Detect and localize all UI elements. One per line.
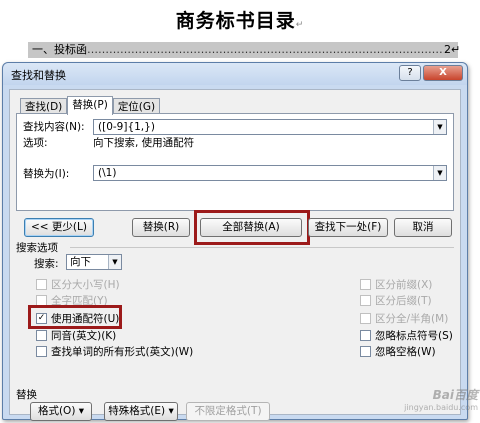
find-replace-dialog: 查找和替换 ? X 查找(D) 替换(P) 定位(G) 查找内容(N): ([0… [2,62,468,421]
checkbox-label: 区分后缀(T) [375,294,432,307]
checkbox-box[interactable] [360,329,371,341]
match-prefix-checkbox[interactable]: 区分前缀(X) [360,277,432,291]
no-formatting-button[interactable]: 不限定格式(T) [186,402,270,421]
chevron-down-icon[interactable]: ▼ [433,120,446,134]
ignore-whitespace-checkbox[interactable]: 忽略空格(W) [360,344,436,358]
chevron-down-icon[interactable]: ▼ [108,255,121,269]
find-what-input[interactable]: ([0-9]{1,}) ▼ [93,119,447,135]
find-what-value: ([0-9]{1,}) [98,121,155,133]
tab-replace[interactable]: 替换(P) [67,96,113,115]
checkbox-box[interactable] [360,278,371,290]
close-button[interactable]: X [423,65,463,81]
dialog-title: 查找和替换 [11,69,66,82]
baidu-watermark: Bai百度 jingyan.baidu.com [388,386,478,412]
toc-entry-label: 一、投标函 [32,43,87,56]
watermark-main: Bai百度 [432,388,478,402]
checkbox-label: 查找单词的所有形式(英文)(W) [51,345,194,358]
dialog-titlebar[interactable]: 查找和替换 ? X [3,63,467,85]
checkbox-box[interactable] [360,294,371,306]
find-what-label: 查找内容(N): [23,121,85,133]
replace-section-title: 替换 [16,389,37,401]
options-value: 向下搜索, 使用通配符 [93,137,195,149]
replace-tab-panel: 查找内容(N): ([0-9]{1,}) ▼ 选项: 向下搜索, 使用通配符 替… [16,113,454,211]
search-direction-label: 搜索: [34,258,59,270]
checkbox-box[interactable] [360,312,371,324]
replace-with-input[interactable]: (\1) ▼ [93,165,447,181]
checkbox-label: 区分全/半角(M) [375,312,449,325]
checkbox-box[interactable] [360,345,371,357]
match-width-checkbox[interactable]: 区分全/半角(M) [360,311,448,325]
search-direction-select[interactable]: 向下 ▼ [66,254,122,270]
special-button[interactable]: 特殊格式(E) ▾ [104,402,178,421]
highlight-replace-all [194,210,310,245]
replace-with-value: (\1) [98,167,117,179]
replace-button[interactable]: 替换(R) [132,218,190,237]
checkbox-box[interactable] [36,294,47,306]
replace-with-label: 替换为(I): [23,168,70,180]
checkbox-label: 同音(英文)(K) [51,329,117,342]
format-button[interactable]: 格式(O) ▾ [30,402,92,421]
search-options-title: 搜索选项 [16,242,58,254]
match-case-checkbox[interactable]: 区分大小写(H) [36,277,120,291]
tab-strip: 查找(D) 替换(P) 定位(G) [20,96,161,115]
group-separator [70,247,454,248]
search-direction-value: 向下 [70,256,91,268]
checkbox-label: 忽略空格(W) [375,345,436,358]
checkbox-box[interactable] [36,278,47,290]
all-word-forms-checkbox[interactable]: 查找单词的所有形式(英文)(W) [36,344,193,358]
find-next-button[interactable]: 查找下一处(F) [308,218,388,237]
document-title: 商务标书目录↵ [175,10,305,32]
highlight-use-wildcards [28,305,122,329]
chevron-down-icon[interactable]: ▼ [433,166,446,180]
dialog-client-area: 查找(D) 替换(P) 定位(G) 查找内容(N): ([0-9]{1,}) ▼… [9,89,461,421]
toc-leader-dots: …………………………………………………………………………………………………… [87,43,444,56]
checkbox-label: 区分大小写(H) [51,278,120,291]
match-suffix-checkbox[interactable]: 区分后缀(T) [360,293,432,307]
options-label: 选项: [23,137,48,149]
checkbox-box[interactable] [36,345,47,357]
less-button[interactable]: << 更少(L) [24,218,94,237]
cancel-button[interactable]: 取消 [394,218,452,237]
toc-entry: 一、投标函 …………………………………………………………………………………………… [28,42,461,58]
help-button[interactable]: ? [399,65,421,81]
checkbox-label: 忽略标点符号(S) [375,329,453,342]
checkbox-box[interactable] [36,329,47,341]
checkbox-label: 区分前缀(X) [375,278,433,291]
watermark-sub: jingyan.baidu.com [404,403,478,412]
ignore-punctuation-checkbox[interactable]: 忽略标点符号(S) [360,328,453,342]
sounds-like-checkbox[interactable]: 同音(英文)(K) [36,328,116,342]
toc-page-number: 2↵ [444,43,461,56]
